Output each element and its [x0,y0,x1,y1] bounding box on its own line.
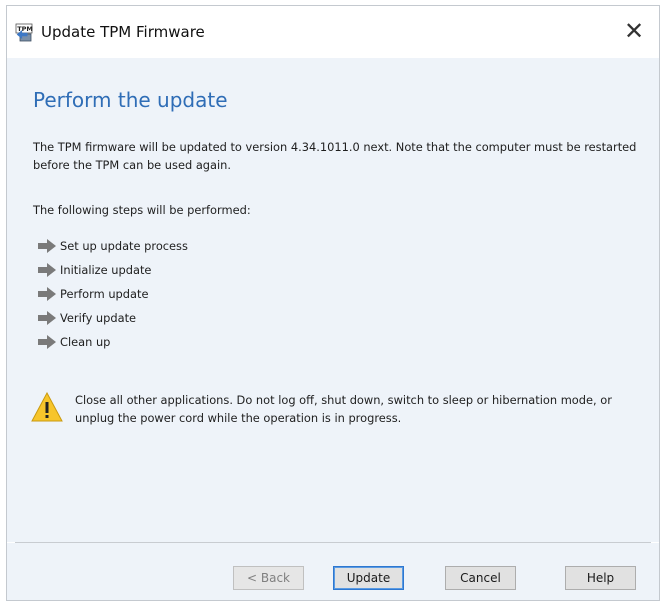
page-heading: Perform the update [33,88,228,112]
step-item: Verify update [37,306,188,330]
steps-label: The following steps will be performed: [33,203,251,217]
step-item: Initialize update [37,258,188,282]
dialog-window: TPM Update TPM Firmware ✕ Perform the up… [6,5,660,601]
arrow-right-icon [38,335,56,349]
arrow-right-icon [38,287,56,301]
help-button[interactable]: Help [565,566,636,590]
warning-box: Close all other applications. Do not log… [31,388,641,427]
svg-text:TPM: TPM [17,25,33,33]
title-bar: TPM Update TPM Firmware ✕ [7,6,659,58]
tpm-chip-icon: TPM [15,23,35,43]
arrow-right-icon [38,263,56,277]
close-button[interactable]: ✕ [619,16,649,46]
step-item: Clean up [37,330,188,354]
step-label: Perform update [60,287,149,301]
update-button[interactable]: Update [333,566,404,590]
warning-text: Close all other applications. Do not log… [75,393,612,425]
intro-text: The TPM firmware will be updated to vers… [33,140,637,172]
step-label: Clean up [60,335,111,349]
arrow-right-icon [38,239,56,253]
steps-list: Set up update process Initialize update … [37,234,188,354]
close-icon: ✕ [623,17,645,45]
step-item: Set up update process [37,234,188,258]
back-button[interactable]: < Back [233,566,304,590]
window-title: Update TPM Firmware [41,23,205,41]
step-label: Initialize update [60,263,152,277]
arrow-right-icon [38,311,56,325]
button-bar: < Back Update Cancel Help [7,543,659,600]
step-label: Verify update [60,311,137,325]
warning-triangle-icon [31,392,63,422]
step-label: Set up update process [60,239,188,253]
step-item: Perform update [37,282,188,306]
cancel-button[interactable]: Cancel [445,566,516,590]
content-panel: Perform the update The TPM firmware will… [7,58,659,542]
